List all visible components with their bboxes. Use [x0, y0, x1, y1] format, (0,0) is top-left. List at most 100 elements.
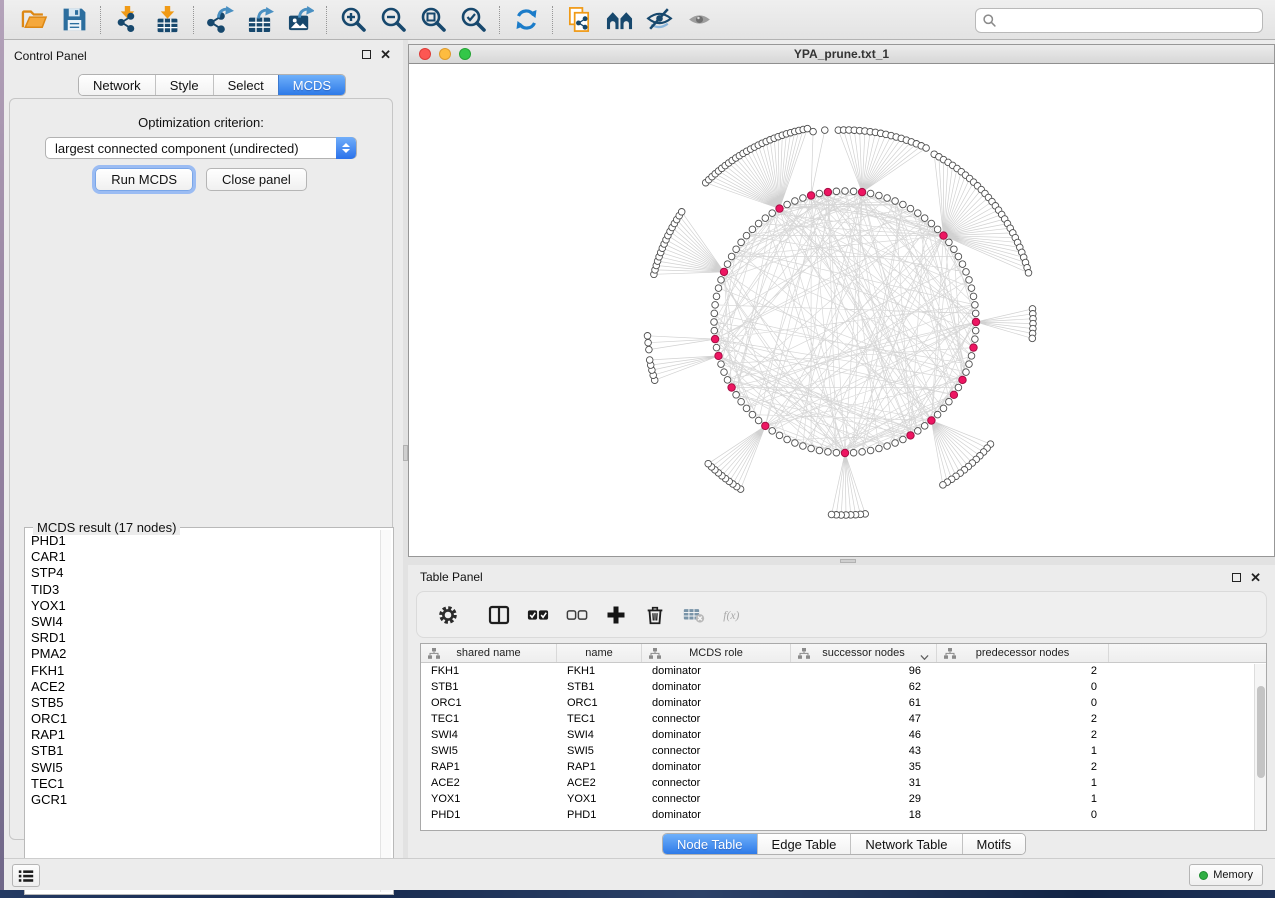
- mcds-result-list[interactable]: PHD1CAR1STP4TID3YOX1SWI4SRD1PMA2FKH1ACE2…: [27, 533, 379, 892]
- add-icon[interactable]: [605, 604, 627, 626]
- table-cell[interactable]: ORC1: [421, 695, 557, 711]
- table-cell[interactable]: 2: [937, 663, 1109, 679]
- close-panel-button[interactable]: Close panel: [206, 168, 307, 191]
- table-row[interactable]: FKH1FKH1dominator962: [421, 663, 1266, 679]
- table-cell[interactable]: dominator: [642, 663, 791, 679]
- network-canvas[interactable]: [409, 64, 1274, 556]
- mcds-result-item[interactable]: YOX1: [27, 598, 379, 614]
- table-cell[interactable]: SWI4: [421, 727, 557, 743]
- table-cell[interactable]: 47: [791, 711, 937, 727]
- table-cell[interactable]: dominator: [642, 695, 791, 711]
- table-row[interactable]: RAP1RAP1dominator352: [421, 759, 1266, 775]
- table-cell[interactable]: RAP1: [421, 759, 557, 775]
- table-row[interactable]: TEC1TEC1connector472: [421, 711, 1266, 727]
- float-panel-icon[interactable]: [362, 50, 371, 59]
- export-image-icon[interactable]: [280, 4, 320, 36]
- run-mcds-button[interactable]: Run MCDS: [95, 168, 193, 191]
- table-cell[interactable]: 2: [937, 727, 1109, 743]
- tab-edge-table[interactable]: Edge Table: [757, 834, 851, 854]
- mcds-result-item[interactable]: SRD1: [27, 630, 379, 646]
- search-box[interactable]: [975, 8, 1263, 33]
- mcds-result-item[interactable]: STB1: [27, 743, 379, 759]
- table-cell[interactable]: 62: [791, 679, 937, 695]
- search-input[interactable]: [997, 11, 1262, 31]
- table-cell[interactable]: SWI5: [421, 743, 557, 759]
- memory-button[interactable]: Memory: [1189, 864, 1263, 886]
- mcds-result-item[interactable]: FKH1: [27, 663, 379, 679]
- table-cell[interactable]: ACE2: [557, 775, 642, 791]
- column-header-shared-name[interactable]: shared name: [421, 644, 557, 662]
- zoom-selected-region-icon[interactable]: [453, 4, 493, 36]
- table-cell[interactable]: 1: [937, 743, 1109, 759]
- tab-style[interactable]: Style: [155, 75, 213, 95]
- export-table-icon[interactable]: [240, 4, 280, 36]
- tab-motifs[interactable]: Motifs: [962, 834, 1026, 854]
- criterion-dropdown[interactable]: largest connected component (undirected): [45, 137, 357, 159]
- tab-node-table[interactable]: Node Table: [663, 834, 757, 854]
- mcds-result-item[interactable]: STP4: [27, 565, 379, 581]
- table-cell[interactable]: TEC1: [557, 711, 642, 727]
- task-history-button[interactable]: [12, 864, 40, 887]
- table-cell[interactable]: 35: [791, 759, 937, 775]
- mcds-result-item[interactable]: RAP1: [27, 727, 379, 743]
- table-cell[interactable]: 2: [937, 759, 1109, 775]
- table-cell[interactable]: 96: [791, 663, 937, 679]
- mcds-result-item[interactable]: GCR1: [27, 792, 379, 808]
- table-cell[interactable]: STB1: [421, 679, 557, 695]
- column-header-MCDS-role[interactable]: MCDS role: [642, 644, 791, 662]
- tab-select[interactable]: Select: [213, 75, 278, 95]
- delete-icon[interactable]: [644, 604, 666, 626]
- table-row[interactable]: SWI4SWI4dominator462: [421, 727, 1266, 743]
- table-cell[interactable]: dominator: [642, 807, 791, 823]
- table-row[interactable]: STB1STB1dominator620: [421, 679, 1266, 695]
- table-cell[interactable]: 0: [937, 695, 1109, 711]
- table-cell[interactable]: dominator: [642, 759, 791, 775]
- table-row[interactable]: PHD1PHD1dominator180: [421, 807, 1266, 823]
- column-header-name[interactable]: name: [557, 644, 642, 662]
- settings-icon[interactable]: [437, 604, 459, 626]
- table-cell[interactable]: TEC1: [421, 711, 557, 727]
- table-cell[interactable]: connector: [642, 743, 791, 759]
- mcds-result-item[interactable]: PHD1: [27, 533, 379, 549]
- mcds-result-item[interactable]: ORC1: [27, 711, 379, 727]
- table-scrollbar-thumb[interactable]: [1257, 686, 1265, 778]
- zoom-fit-content-icon[interactable]: [413, 4, 453, 36]
- network-window-titlebar[interactable]: YPA_prune.txt_1: [409, 45, 1274, 64]
- table-cell[interactable]: 43: [791, 743, 937, 759]
- tab-network[interactable]: Network: [79, 75, 155, 95]
- table-cell[interactable]: 18: [791, 807, 937, 823]
- table-cell[interactable]: 46: [791, 727, 937, 743]
- horizontal-split-divider[interactable]: [408, 557, 1275, 565]
- mcds-result-item[interactable]: STB5: [27, 695, 379, 711]
- table-cell[interactable]: 31: [791, 775, 937, 791]
- zoom-out-icon[interactable]: [373, 4, 413, 36]
- table-scrollbar[interactable]: [1254, 664, 1266, 830]
- new-network-from-selection-icon[interactable]: [559, 4, 599, 36]
- mcds-result-item[interactable]: PMA2: [27, 646, 379, 662]
- table-cell[interactable]: SWI5: [557, 743, 642, 759]
- hide-selected-nodes-and-edges-icon[interactable]: [639, 4, 679, 36]
- first-neighbors-of-selected-nodes-icon[interactable]: [599, 4, 639, 36]
- table-cell[interactable]: 1: [937, 775, 1109, 791]
- mcds-result-item[interactable]: CAR1: [27, 549, 379, 565]
- table-cell[interactable]: YOX1: [421, 791, 557, 807]
- column-selector-icon[interactable]: [488, 604, 510, 626]
- table-cell[interactable]: connector: [642, 775, 791, 791]
- column-header-successor-nodes[interactable]: successor nodes: [791, 644, 937, 662]
- network-graph[interactable]: [409, 64, 1274, 556]
- close-panel-icon[interactable]: ✕: [380, 50, 391, 59]
- table-cell[interactable]: YOX1: [557, 791, 642, 807]
- table-cell[interactable]: PHD1: [421, 807, 557, 823]
- table-cell[interactable]: connector: [642, 791, 791, 807]
- table-cell[interactable]: 61: [791, 695, 937, 711]
- mcds-result-item[interactable]: SWI4: [27, 614, 379, 630]
- apply-preferred-layout-icon[interactable]: [506, 4, 546, 36]
- tab-network-table[interactable]: Network Table: [850, 834, 961, 854]
- select-all-icon[interactable]: [527, 604, 549, 626]
- table-cell[interactable]: dominator: [642, 727, 791, 743]
- open-session-icon[interactable]: [14, 4, 54, 36]
- save-session-icon[interactable]: [54, 4, 94, 36]
- table-row[interactable]: ORC1ORC1dominator610: [421, 695, 1266, 711]
- divider-handle[interactable]: [840, 559, 856, 563]
- column-header-predecessor-nodes[interactable]: predecessor nodes: [937, 644, 1109, 662]
